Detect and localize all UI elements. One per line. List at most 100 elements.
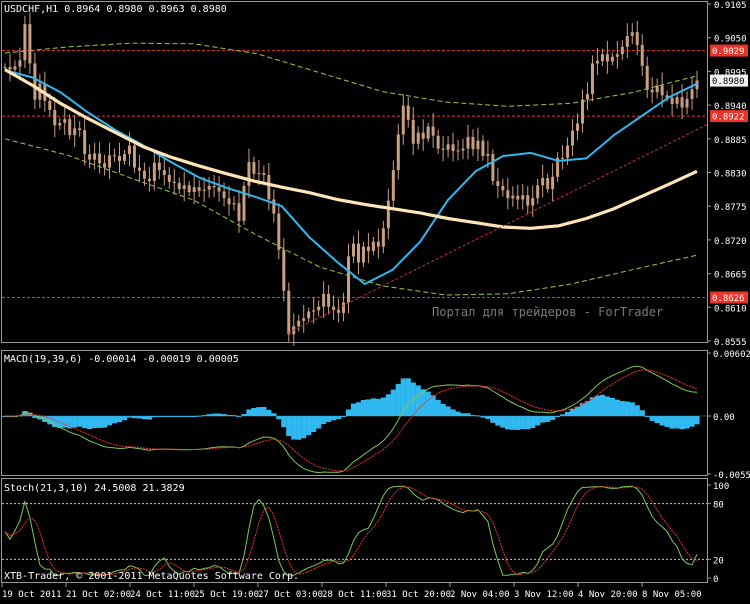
candle-body: [88, 154, 91, 160]
macd-histogram-bar: [645, 416, 650, 417]
macd-histogram-bar: [460, 413, 465, 416]
price-label: 0.8775: [714, 203, 747, 213]
macd-histogram-bar: [346, 409, 351, 416]
macd-histogram-bar: [615, 400, 620, 416]
macd-histogram-bar: [655, 416, 660, 423]
price-panel-header: USDCHF,H1 0.8964 0.8980 0.8963 0.8980: [4, 4, 227, 15]
macd-histogram-bar: [182, 416, 187, 417]
macd-histogram-bar: [480, 416, 485, 418]
watermark: Портал для трейдеров - ForTrader: [432, 305, 663, 319]
macd-histogram-bar: [82, 416, 87, 428]
candle-body: [223, 191, 226, 198]
macd-histogram-bar: [570, 409, 575, 416]
price-tag-label: 0.9029: [712, 47, 745, 57]
price-label: 0.9105: [714, 1, 747, 11]
macd-histogram-bar: [301, 416, 306, 438]
candle-body: [367, 247, 370, 251]
macd-scale-label: 0.00: [713, 413, 735, 423]
candle-body: [606, 54, 609, 61]
macd-histogram-bar: [520, 416, 525, 429]
stochastic-scale-label: 80: [713, 501, 724, 511]
candle-body: [228, 198, 231, 204]
macd-histogram-bar: [132, 416, 137, 418]
candle-body: [168, 175, 171, 182]
macd-histogram-bar: [490, 416, 495, 423]
macd-histogram-bar: [127, 416, 132, 418]
macd-histogram-bar: [331, 416, 336, 420]
time-label: 8 Nov 05:00: [642, 590, 702, 600]
candle-body: [188, 185, 191, 192]
macd-histogram-bar: [445, 406, 450, 416]
candle-body: [486, 154, 489, 156]
macd-histogram-bar: [545, 416, 550, 422]
candle-body: [387, 201, 390, 229]
candle-body: [491, 154, 494, 181]
candle-body: [242, 186, 245, 221]
candle-body: [671, 98, 674, 104]
candle-body: [466, 137, 469, 149]
candle-body: [68, 119, 71, 135]
macd-histogram-bar: [436, 400, 441, 416]
candle-body: [561, 158, 564, 159]
candle-body: [407, 106, 410, 120]
macd-histogram-bar: [525, 416, 530, 429]
macd-histogram-bar: [341, 416, 346, 417]
candle-body: [193, 187, 196, 192]
macd-histogram-bar: [550, 416, 555, 420]
macd-histogram-bar: [689, 416, 694, 427]
macd-histogram-bar: [510, 416, 515, 430]
macd-histogram-bar: [211, 414, 216, 417]
macd-histogram-bar: [665, 416, 670, 427]
macd-histogram-bar: [515, 416, 520, 430]
macd-histogram-bar: [620, 401, 625, 416]
macd-histogram-bar: [92, 416, 97, 428]
candle-body: [646, 66, 649, 90]
candle-body: [521, 195, 524, 199]
candle-body: [78, 128, 81, 130]
time-label: 28 Oct 11:00: [322, 590, 387, 600]
candle-body: [342, 302, 345, 312]
candle-body: [73, 128, 76, 135]
candle-body: [208, 186, 211, 190]
candle-body: [616, 54, 619, 56]
candle-body: [422, 133, 425, 139]
candle-body: [93, 154, 96, 160]
macd-histogram-bar: [635, 405, 640, 416]
macd-histogram-bar: [366, 399, 371, 416]
macd-histogram-bar: [356, 402, 361, 416]
candle-body: [681, 97, 684, 107]
candle-body: [272, 199, 275, 213]
macd-histogram-bar: [241, 414, 246, 416]
candle-body: [432, 127, 435, 136]
macd-histogram-bar: [122, 416, 127, 420]
macd-histogram-bar: [281, 416, 286, 427]
macd-histogram-bar: [595, 396, 600, 417]
candle-body: [83, 130, 86, 154]
candle-body: [452, 144, 455, 151]
candle-body: [33, 63, 36, 99]
macd-histogram-bar: [630, 402, 635, 416]
macd-histogram-bar: [505, 416, 510, 429]
candle-body: [476, 141, 479, 150]
macd-histogram-bar: [117, 416, 122, 422]
candle-body: [213, 186, 216, 187]
macd-histogram-bar: [236, 416, 241, 417]
candle-body: [297, 321, 300, 327]
macd-histogram-bar: [271, 413, 276, 416]
candle-body: [641, 45, 644, 66]
macd-histogram-bar: [610, 398, 615, 416]
candle-body: [108, 155, 111, 167]
price-label: 0.8830: [714, 170, 747, 180]
time-label: 4 Nov 20:00: [578, 590, 638, 600]
macd-histogram-bar: [450, 409, 455, 416]
candle-body: [372, 242, 375, 251]
price-label: 0.9050: [714, 35, 747, 45]
macd-histogram-bar: [441, 404, 446, 416]
candle-body: [471, 137, 474, 149]
macd-histogram-bar: [261, 407, 266, 416]
macd-histogram-bar: [152, 416, 157, 417]
macd-histogram-bar: [137, 416, 142, 418]
candle-body: [362, 247, 365, 263]
macd-panel-header: MACD(19,39,6) -0.00014 -0.00019 0.00005: [4, 354, 239, 365]
macd-histogram-bar: [202, 415, 207, 416]
